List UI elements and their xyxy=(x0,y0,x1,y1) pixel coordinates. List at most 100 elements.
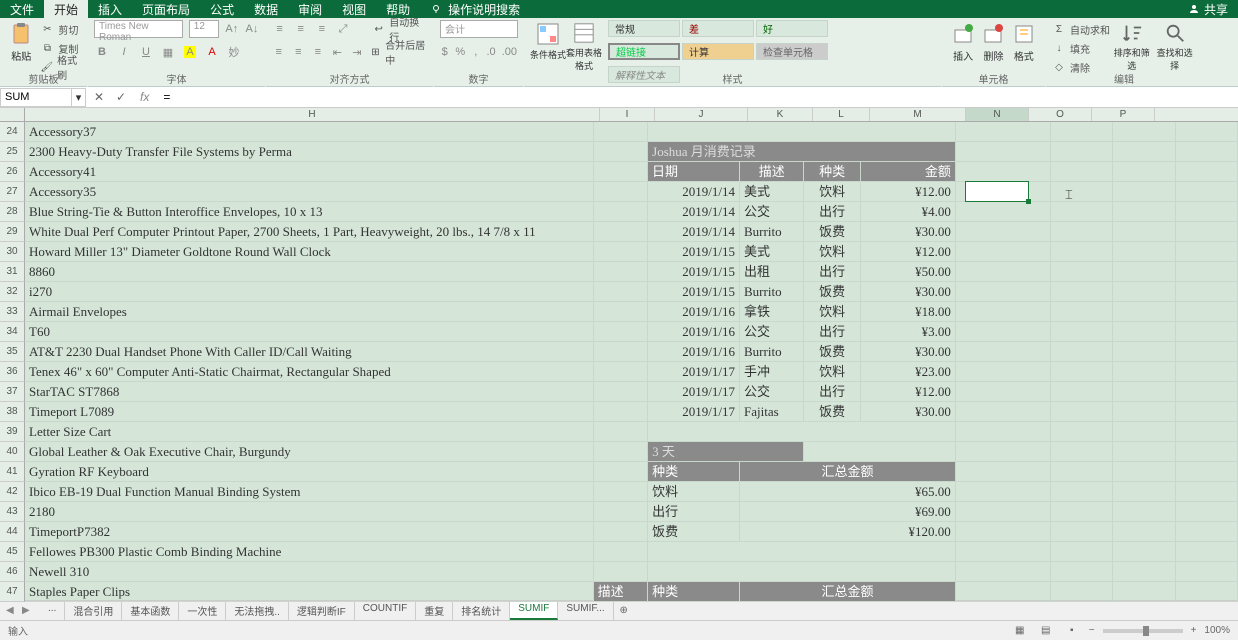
align-top-button[interactable]: ≡ xyxy=(272,21,287,37)
cell[interactable] xyxy=(956,402,1051,422)
sheet-tab[interactable]: 逻辑判断IF xyxy=(289,601,355,620)
cancel-formula-button[interactable]: ✕ xyxy=(92,90,106,104)
cell[interactable]: 描述 xyxy=(594,582,648,602)
cell[interactable] xyxy=(1176,262,1238,282)
cell[interactable] xyxy=(648,422,956,442)
row-header-43[interactable]: 43 xyxy=(0,502,25,522)
col-header-M[interactable]: M xyxy=(870,108,966,121)
zoom-out-button[interactable]: − xyxy=(1089,625,1095,636)
style-calc[interactable]: 计算 xyxy=(682,43,754,60)
cell[interactable]: 出租 xyxy=(740,262,804,282)
cell[interactable] xyxy=(1051,242,1113,262)
fx-icon[interactable]: fx xyxy=(136,90,153,104)
cell[interactable] xyxy=(1113,562,1175,582)
cell[interactable] xyxy=(594,562,648,582)
cell[interactable]: 饮料 xyxy=(648,482,740,502)
cell[interactable] xyxy=(804,442,955,462)
cell[interactable]: Letter Size Cart xyxy=(25,422,594,442)
cell[interactable] xyxy=(648,562,956,582)
cell[interactable]: 公交 xyxy=(740,382,804,402)
cell[interactable]: Accessory41 xyxy=(25,162,594,182)
tell-me-search[interactable]: 操作说明搜索 xyxy=(420,1,530,18)
row-header-33[interactable]: 33 xyxy=(0,302,25,322)
phonetic-button[interactable]: 妙 xyxy=(226,44,242,60)
cell[interactable]: 饭费 xyxy=(804,402,860,422)
delete-cells-button[interactable]: 删除 xyxy=(978,20,1008,72)
cell[interactable]: T60 xyxy=(25,322,594,342)
cell[interactable] xyxy=(1113,222,1175,242)
style-normal[interactable]: 常规 xyxy=(608,20,680,37)
cell[interactable]: Fajitas xyxy=(740,402,804,422)
cell[interactable]: Timeport L7089 xyxy=(25,402,594,422)
col-header-L[interactable]: L xyxy=(813,108,870,121)
view-normal-button[interactable]: ▦ xyxy=(1011,623,1029,639)
cell[interactable] xyxy=(594,462,648,482)
row-header-40[interactable]: 40 xyxy=(0,442,25,462)
cell[interactable] xyxy=(1113,242,1175,262)
cell[interactable]: Tenex 46" x 60" Computer Anti-Static Cha… xyxy=(25,362,594,382)
cell[interactable] xyxy=(1113,182,1175,202)
cell[interactable] xyxy=(1113,462,1175,482)
cell[interactable] xyxy=(1113,262,1175,282)
cell[interactable] xyxy=(1051,182,1113,202)
cell[interactable] xyxy=(1176,242,1238,262)
cell[interactable] xyxy=(1113,382,1175,402)
cell[interactable] xyxy=(1113,162,1175,182)
cell[interactable] xyxy=(1176,522,1238,542)
row-header-30[interactable]: 30 xyxy=(0,242,25,262)
row-header-38[interactable]: 38 xyxy=(0,402,25,422)
row-header-42[interactable]: 42 xyxy=(0,482,25,502)
align-left-button[interactable]: ≡ xyxy=(272,44,286,60)
cell[interactable] xyxy=(1176,162,1238,182)
row-header-24[interactable]: 24 xyxy=(0,122,25,142)
cell[interactable] xyxy=(594,202,648,222)
cell[interactable] xyxy=(594,282,648,302)
cell[interactable]: 2019/1/15 xyxy=(648,282,740,302)
sheet-nav-prev[interactable]: ◀ xyxy=(6,605,18,617)
cell[interactable]: 2019/1/15 xyxy=(648,262,740,282)
cell[interactable] xyxy=(1176,362,1238,382)
tab-review[interactable]: 审阅 xyxy=(288,0,332,20)
cell[interactable]: 2019/1/14 xyxy=(648,202,740,222)
font-name-combo[interactable]: Times New Roman xyxy=(94,20,183,38)
cell[interactable] xyxy=(1113,282,1175,302)
row-header-29[interactable]: 29 xyxy=(0,222,25,242)
cell[interactable] xyxy=(1176,202,1238,222)
formula-input[interactable] xyxy=(159,90,1238,104)
align-middle-button[interactable]: ≡ xyxy=(293,21,308,37)
cell[interactable] xyxy=(1113,122,1175,142)
tab-data[interactable]: 数据 xyxy=(244,0,288,20)
cell[interactable] xyxy=(594,342,648,362)
select-all-corner[interactable] xyxy=(0,108,25,121)
cell[interactable] xyxy=(648,122,956,142)
row-header-47[interactable]: 47 xyxy=(0,582,25,602)
cell[interactable]: 公交 xyxy=(740,322,804,342)
currency-button[interactable]: $ xyxy=(440,44,449,60)
cell[interactable]: 出行 xyxy=(648,502,740,522)
cell[interactable] xyxy=(1176,342,1238,362)
inc-decimal-button[interactable]: .0 xyxy=(486,44,495,60)
cell[interactable]: 2019/1/16 xyxy=(648,322,740,342)
cell[interactable]: ¥30.00 xyxy=(861,282,956,302)
cell[interactable]: 出行 xyxy=(804,262,860,282)
style-bad[interactable]: 差 xyxy=(682,20,754,37)
cell[interactable] xyxy=(1113,442,1175,462)
cell[interactable] xyxy=(1051,302,1113,322)
cell[interactable] xyxy=(956,522,1051,542)
underline-button[interactable]: U xyxy=(138,44,154,60)
cell[interactable]: Blue String-Tie & Button Interoffice Env… xyxy=(25,202,594,222)
col-header-I[interactable]: I xyxy=(600,108,655,121)
align-center-button[interactable]: ≡ xyxy=(292,44,306,60)
wrap-text-button[interactable]: ↩自动换行 xyxy=(372,20,427,38)
cell[interactable] xyxy=(1051,162,1113,182)
sheet-tab[interactable]: 一次性 xyxy=(179,601,226,620)
cell[interactable] xyxy=(1113,482,1175,502)
cell[interactable] xyxy=(1051,402,1113,422)
col-header-J[interactable]: J xyxy=(655,108,748,121)
cell[interactable]: 饭费 xyxy=(804,342,860,362)
table-header[interactable]: 日期 xyxy=(648,162,740,182)
row-header-25[interactable]: 25 xyxy=(0,142,25,162)
cell[interactable]: 饭费 xyxy=(804,282,860,302)
tab-insert[interactable]: 插入 xyxy=(88,0,132,20)
table-banner[interactable]: Joshua 月消费记录 xyxy=(648,142,956,162)
